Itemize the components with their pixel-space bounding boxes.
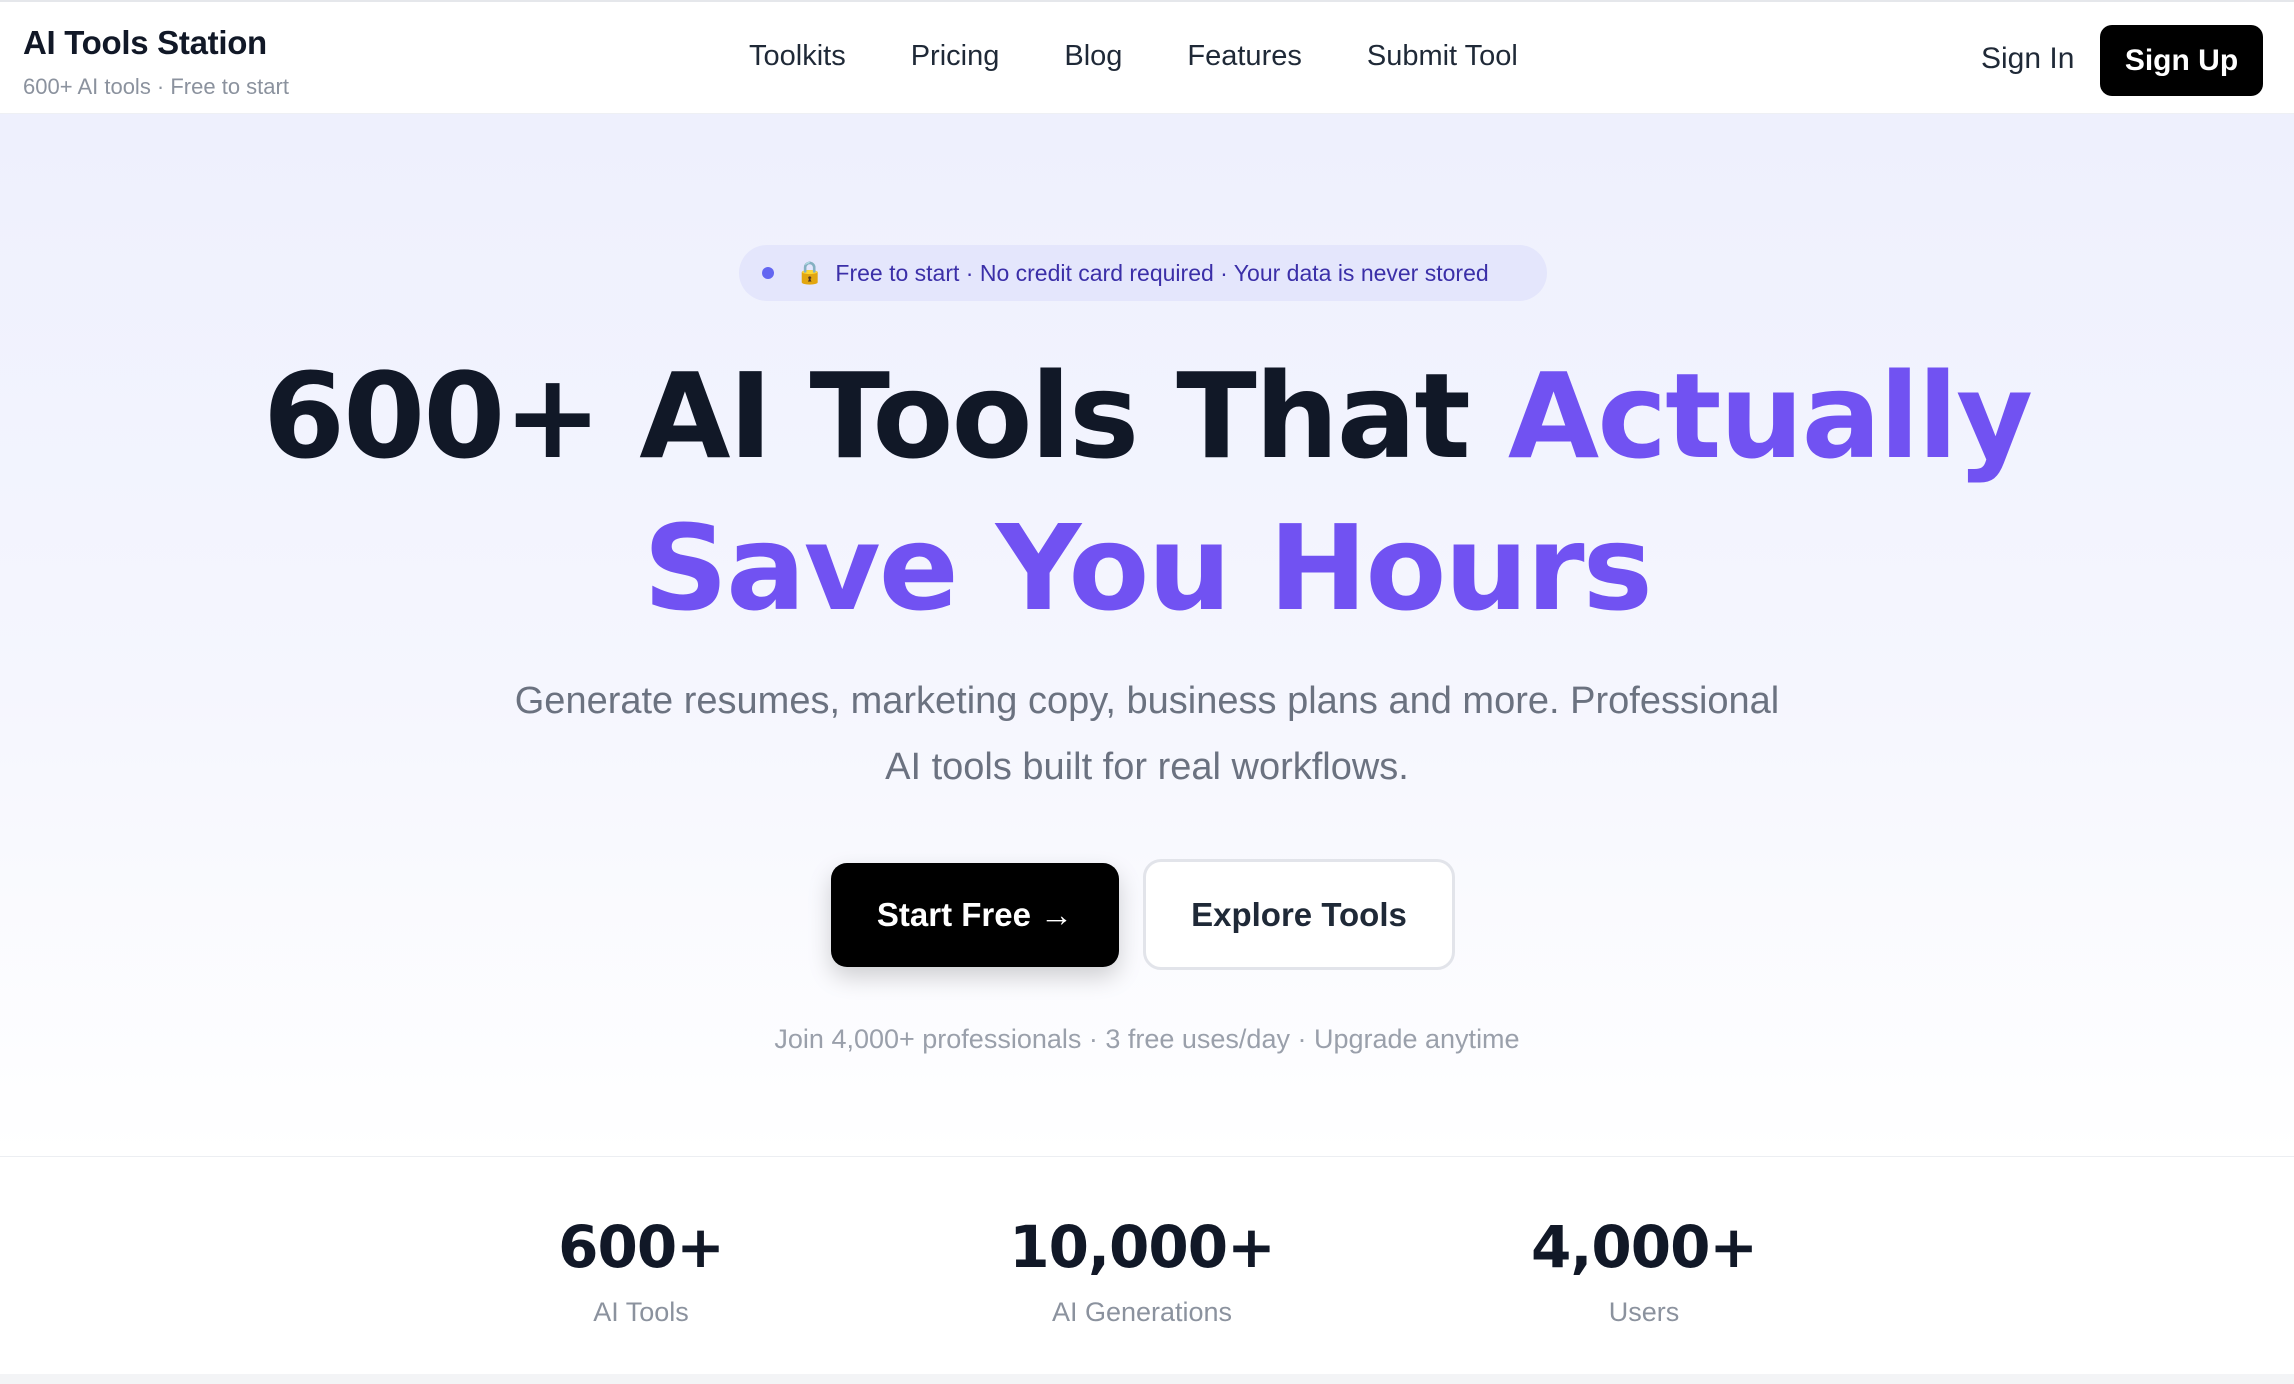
nav-pricing[interactable]: Pricing: [911, 40, 1000, 73]
social-proof-text: Join 4,000+ professionals · 3 free uses/…: [774, 1024, 1520, 1054]
stat-ai-tools: 600+ AI Tools: [541, 1213, 741, 1328]
headline-accent-save-hours: Save You Hours: [643, 499, 1653, 637]
nav-toolkits[interactable]: Toolkits: [749, 40, 846, 73]
section-divider: [0, 1374, 2294, 1384]
headline-accent-actually: Actually: [1507, 347, 2033, 485]
stat-label: AI Generations: [1051, 1297, 1233, 1327]
start-free-button[interactable]: Start Free →: [831, 863, 1119, 967]
nav-features[interactable]: Features: [1187, 40, 1301, 73]
hero-subtitle-line2: AI tools built for real workflows.: [885, 746, 1409, 788]
stat-value: 10,000+: [1009, 1213, 1275, 1281]
status-dot-icon: [762, 267, 774, 279]
nav-blog[interactable]: Blog: [1064, 40, 1122, 73]
stat-value: 600+: [558, 1213, 725, 1281]
headline-part1: 600+ AI Tools That: [262, 347, 1508, 485]
sign-in-link[interactable]: Sign In: [1981, 42, 2074, 76]
stat-value: 4,000+: [1530, 1213, 1758, 1281]
stat-label: AI Tools: [593, 1297, 689, 1327]
brand[interactable]: AI Tools Station 600+ AI tools · Free to…: [23, 24, 289, 100]
hero-headline: 600+ AI Tools That Actually Save You Hou…: [0, 340, 2294, 644]
trust-badge-text: Free to start · No credit card required …: [835, 259, 1489, 286]
stats-section: 600+ AI Tools 10,000+ AI Generations 4,0…: [0, 1156, 2294, 1374]
hero-subtitle-line1: Generate resumes, marketing copy, busine…: [514, 680, 1780, 722]
brand-subtitle: 600+ AI tools · Free to start: [23, 74, 289, 99]
main-nav: Toolkits Pricing Blog Features Submit To…: [749, 40, 1518, 73]
sign-up-button[interactable]: Sign Up: [2100, 25, 2263, 96]
explore-tools-button[interactable]: Explore Tools: [1143, 859, 1455, 970]
lock-icon: 🔒: [796, 260, 824, 285]
trust-badge: 🔒 Free to start · No credit card require…: [739, 245, 1547, 301]
top-navbar: AI Tools Station 600+ AI tools · Free to…: [0, 0, 2294, 114]
nav-submit-tool[interactable]: Submit Tool: [1367, 40, 1518, 73]
brand-title[interactable]: AI Tools Station: [23, 24, 289, 62]
stat-ai-generations: 10,000+ AI Generations: [1002, 1213, 1282, 1328]
stat-label: Users: [1608, 1297, 1680, 1327]
stat-users: 4,000+ Users: [1524, 1213, 1764, 1328]
hero-subtitle: Generate resumes, marketing copy, busine…: [447, 668, 1847, 800]
